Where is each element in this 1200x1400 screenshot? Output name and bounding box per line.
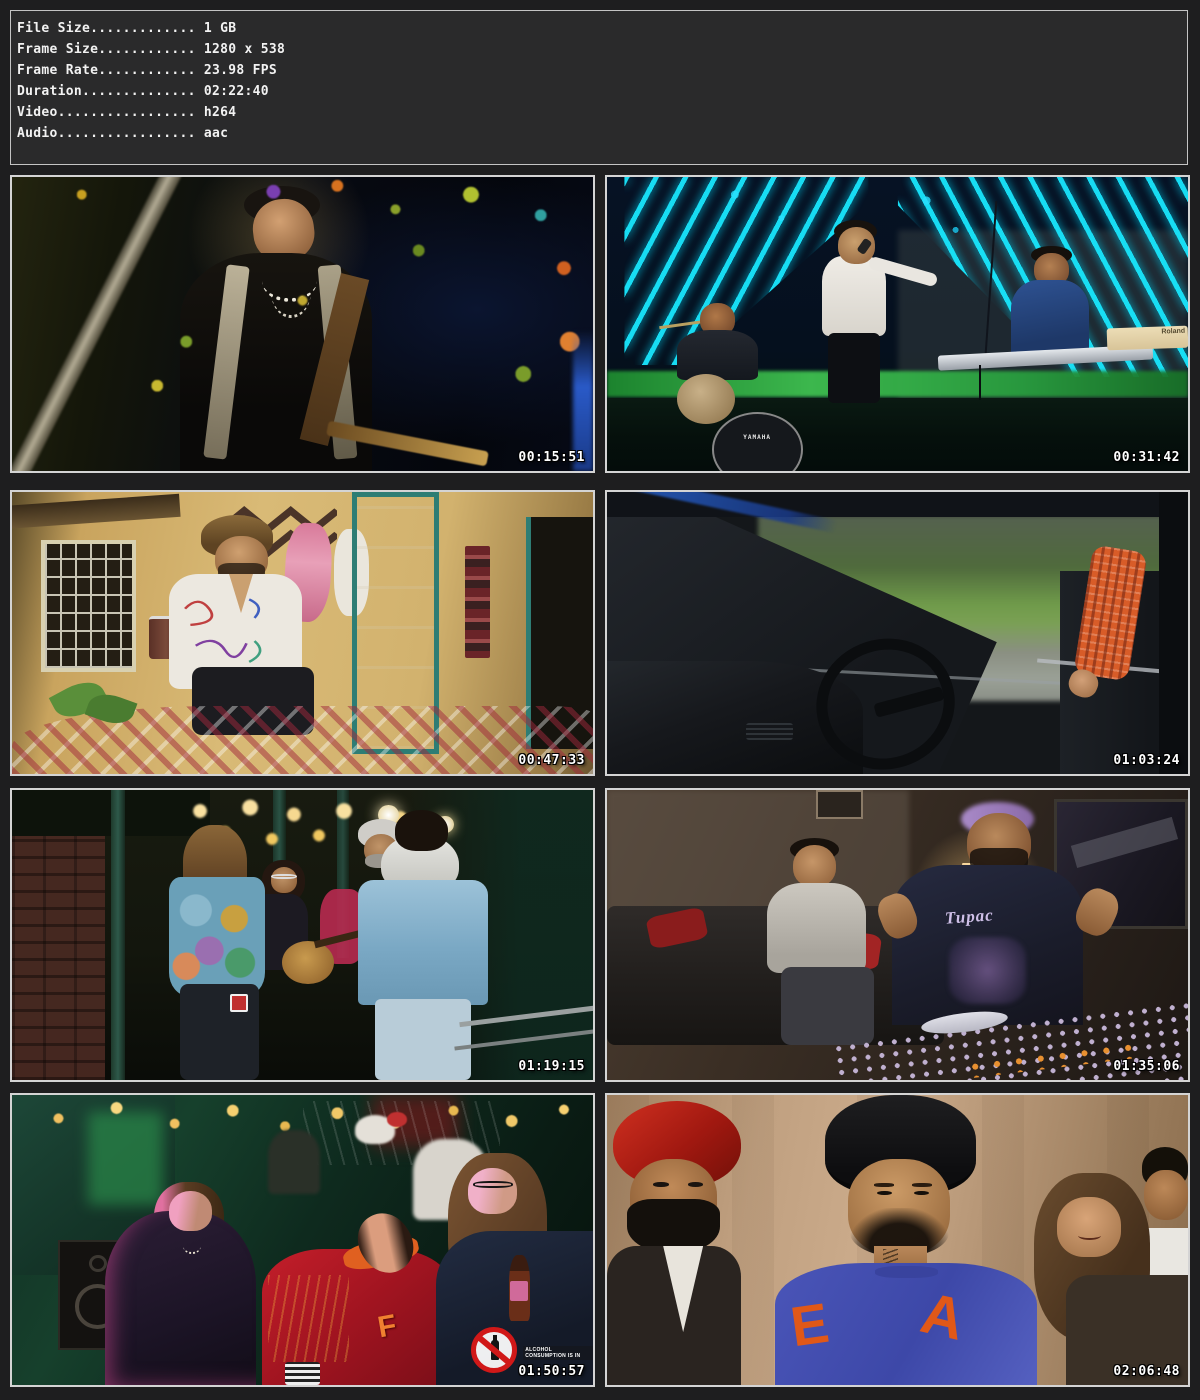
thumbnail-art-closeup: E A	[607, 1095, 1188, 1385]
thumbnail-art-street	[12, 790, 593, 1080]
video-thumbnail-1: 00:15:51	[10, 175, 595, 473]
drummer-figure	[677, 330, 758, 380]
glasses-woman-face	[468, 1168, 517, 1214]
bottle-label	[510, 1281, 529, 1301]
tshirt-text: Tupac	[945, 905, 995, 928]
video-thumbnail-8: E A 02:06:48	[605, 1093, 1190, 1387]
drum-brand-label: YAMAHA	[714, 434, 801, 441]
eyeglasses	[473, 1181, 514, 1189]
barred-window	[41, 540, 136, 672]
alcohol-warning-text: ALCOHOL CONSUMPTION IS IN	[523, 1346, 593, 1360]
video-thumbnail-4: 01:03:24	[605, 490, 1190, 776]
acoustic-guitar	[282, 941, 334, 985]
video-codec-line: Video................. h264	[17, 102, 1187, 123]
thumbnail-art-concert	[12, 177, 593, 471]
turban-man-vest	[607, 1246, 741, 1385]
frame-rate-line: Frame Rate............ 23.98 FPS	[17, 60, 1187, 81]
beanie-man-eye	[877, 1191, 892, 1195]
air-vent	[746, 723, 792, 740]
flame-embroidery	[268, 1275, 349, 1362]
wall-picture-frame	[816, 790, 862, 819]
beanie-man-eyebrow	[912, 1183, 932, 1186]
denim-jacket	[358, 880, 489, 1005]
white-shirt-v	[663, 1246, 703, 1332]
tshirt-graphic	[949, 937, 1026, 1004]
turban-man-eye	[653, 1182, 668, 1187]
file-size-line: File Size............. 1 GB	[17, 18, 1187, 39]
thumbnail-art-car	[607, 492, 1188, 774]
thumbnail-art-stage: YAMAHA Roland	[607, 177, 1188, 471]
video-thumbnail-5: 01:19:15	[10, 788, 595, 1082]
no-alcohol-icon	[471, 1327, 517, 1373]
video-thumbnail-7: F ALCOHOL CONSUMPTION IS IN 01:50:57	[10, 1093, 595, 1387]
ribbed-collar	[875, 1266, 938, 1278]
sweatshirt-man-legs	[781, 967, 874, 1045]
roof-overhang	[12, 494, 181, 529]
producer-tshirt: Tupac	[892, 865, 1084, 1025]
timestamp-overlay: 00:31:42	[1113, 450, 1180, 465]
red-cap-figure	[387, 1112, 407, 1127]
file-info-panel: File Size............. 1 GB Frame Size..…	[10, 10, 1188, 165]
dark-hoodie	[105, 1211, 256, 1385]
floor-tom-drum	[677, 374, 735, 424]
timestamp-overlay: 01:50:57	[518, 1364, 585, 1379]
timestamp-overlay: 02:06:48	[1113, 1364, 1180, 1379]
striped-cuff	[285, 1362, 320, 1385]
timestamp-overlay: 01:35:06	[1113, 1059, 1180, 1074]
red-waist-tag	[230, 994, 249, 1011]
thumbnail-art-party: F ALCOHOL CONSUMPTION IS IN	[12, 1095, 593, 1385]
keyboard-brand-label: Roland	[1161, 328, 1185, 336]
guitarist-glasses	[271, 874, 297, 880]
confetti	[12, 177, 593, 471]
roland-keyboard: Roland	[1106, 326, 1188, 351]
sweater-letter: A	[915, 1279, 971, 1354]
video-thumbnail-2: YAMAHA Roland 00:31:42	[605, 175, 1190, 473]
green-pole	[111, 790, 125, 1080]
audio-codec-line: Audio................. aac	[17, 123, 1187, 144]
hanging-rug	[465, 546, 489, 659]
video-thumbnail-6: Tupac 01:35:06	[605, 788, 1190, 1082]
denim-man-hair	[395, 810, 447, 851]
singer-pants	[828, 333, 880, 404]
timestamp-overlay: 00:47:33	[518, 753, 585, 768]
frame-size-line: Frame Size............ 1280 x 538	[17, 39, 1187, 60]
timestamp-overlay: 01:19:15	[518, 1059, 585, 1074]
speaker-tweeter	[89, 1255, 107, 1272]
hoodie-woman-face	[169, 1191, 213, 1232]
sweater-letter: E	[787, 1290, 833, 1360]
sweatshirt-man-head	[793, 845, 837, 887]
timestamp-overlay: 00:15:51	[518, 450, 585, 465]
guitarist-face	[271, 867, 298, 893]
denim-man-jeans	[375, 999, 471, 1080]
paisley-top	[169, 877, 265, 996]
smiling-woman-face	[1057, 1197, 1121, 1258]
necklace	[183, 1237, 200, 1254]
dark-crowd-figure	[268, 1130, 320, 1194]
beanie-man-eye	[914, 1191, 929, 1195]
blue-orange-sweater: E A	[775, 1263, 1036, 1385]
thumbnail-art-courtyard	[12, 492, 593, 774]
background-man-face	[1144, 1170, 1188, 1219]
video-thumbnail-3: 00:47:33	[10, 490, 595, 776]
gray-sweatshirt	[767, 883, 866, 973]
beanie-man-eyebrow	[874, 1183, 894, 1186]
timestamp-overlay: 01:03:24	[1113, 753, 1180, 768]
turban-man-eye	[688, 1182, 703, 1187]
door-frame-edge	[1159, 492, 1188, 774]
duration-line: Duration.............. 02:22:40	[17, 81, 1187, 102]
keyboard-stand	[979, 365, 981, 400]
thumbnail-art-studio: Tupac	[607, 790, 1188, 1080]
